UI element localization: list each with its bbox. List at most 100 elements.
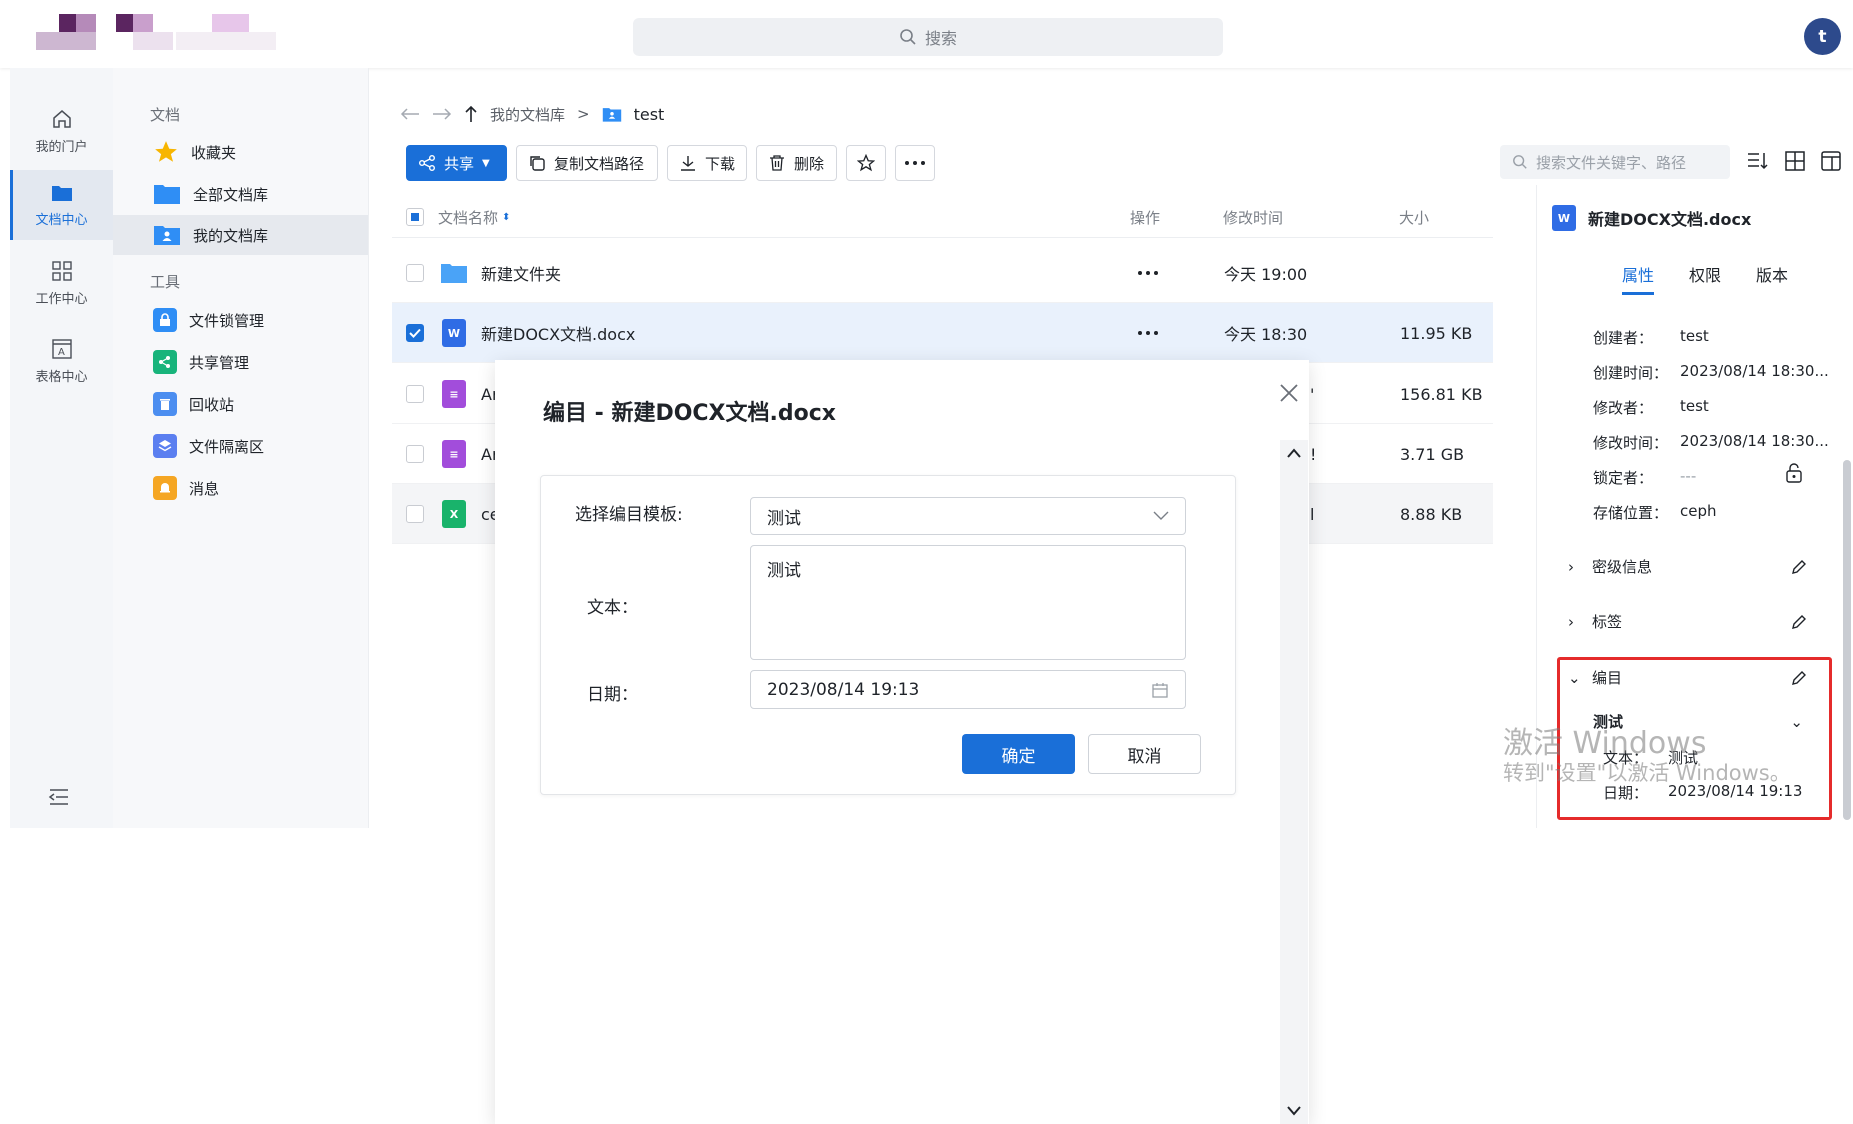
prop-key: 锁定者： bbox=[1593, 469, 1654, 487]
details-file-name: 新建DOCX文档.docx bbox=[1588, 210, 1752, 229]
nav-item-recycle[interactable]: 回收站 bbox=[113, 384, 368, 424]
sort-icon[interactable] bbox=[1746, 150, 1768, 172]
edit-icon[interactable] bbox=[1790, 613, 1808, 631]
confirm-button[interactable]: 确定 bbox=[962, 734, 1075, 774]
dialog-scrollbar[interactable] bbox=[1280, 440, 1308, 1124]
breadcrumb-current[interactable]: test bbox=[634, 105, 665, 124]
row-checkbox[interactable] bbox=[406, 264, 424, 282]
row-checkbox[interactable] bbox=[406, 324, 424, 342]
forward-arrow-icon[interactable] bbox=[432, 107, 452, 121]
back-arrow-icon[interactable] bbox=[400, 107, 420, 121]
up-arrow-icon[interactable] bbox=[464, 105, 478, 123]
app-rail: 我的门户 文档中心 工作中心 A 表格中心 bbox=[10, 68, 113, 828]
star-outline-icon bbox=[857, 154, 875, 172]
column-header-size[interactable]: 大小 bbox=[1399, 196, 1429, 238]
rail-item-portal[interactable]: 我的门户 bbox=[10, 96, 113, 166]
more-button[interactable] bbox=[895, 145, 935, 181]
global-search-input[interactable]: 搜索 bbox=[633, 18, 1223, 56]
nav-item-all-libraries[interactable]: 全部文档库 bbox=[113, 174, 368, 214]
nav-item-quarantine[interactable]: 文件隔离区 bbox=[113, 426, 368, 466]
row-checkbox[interactable] bbox=[406, 385, 424, 403]
chevron-down-icon bbox=[1153, 511, 1169, 520]
row-checkbox[interactable] bbox=[406, 505, 424, 523]
prop-modifier: 修改者： test bbox=[1593, 397, 1709, 418]
table-icon: A bbox=[51, 338, 72, 359]
nav-item-favorites[interactable]: 收藏夹 bbox=[113, 132, 368, 172]
breadcrumb: 我的文档库 > test bbox=[400, 100, 664, 128]
chevron-right-icon: › bbox=[1568, 557, 1574, 576]
file-search-input[interactable]: 搜索文件关键字、路径 bbox=[1500, 145, 1730, 179]
star-icon bbox=[155, 141, 177, 162]
nav-group-tools: 工具 bbox=[150, 273, 181, 291]
rail-item-work[interactable]: 工作中心 bbox=[10, 248, 113, 318]
prop-key: 修改者： bbox=[1593, 399, 1654, 417]
favorite-button[interactable] bbox=[846, 145, 886, 181]
rail-item-tables[interactable]: A 表格中心 bbox=[10, 326, 113, 396]
tab-properties[interactable]: 属性 bbox=[1622, 262, 1654, 286]
rail-item-label: 我的门户 bbox=[35, 139, 88, 155]
nav-group-docs: 文档 bbox=[150, 106, 181, 124]
top-bar: 搜索 t bbox=[0, 0, 1853, 68]
nav-label: 文件隔离区 bbox=[189, 437, 265, 456]
modified-time: 今天 19:00 bbox=[1224, 265, 1308, 284]
archive-file-icon: ≡ bbox=[442, 380, 466, 408]
text-input[interactable]: 测试 bbox=[750, 545, 1186, 660]
home-icon bbox=[52, 109, 71, 128]
trash-icon bbox=[770, 155, 784, 171]
nav-item-share-mgmt[interactable]: 共享管理 bbox=[113, 342, 368, 382]
select-all-checkbox[interactable] bbox=[406, 208, 424, 226]
tab-permissions[interactable]: 权限 bbox=[1689, 262, 1721, 286]
nav-label: 全部文档库 bbox=[193, 185, 269, 204]
collapse-menu-icon[interactable] bbox=[48, 788, 70, 806]
delete-button[interactable]: 删除 bbox=[756, 145, 837, 181]
nav-label: 文件锁管理 bbox=[189, 311, 265, 330]
file-name[interactable]: 新建文件夹 bbox=[481, 243, 561, 303]
nav-item-messages[interactable]: 消息 bbox=[113, 468, 368, 508]
chevron-right-icon: > bbox=[577, 105, 590, 123]
modified-time: ! bbox=[1310, 444, 1317, 464]
edit-icon[interactable] bbox=[1790, 558, 1808, 576]
column-header-ops: 操作 bbox=[1130, 208, 1161, 227]
bell-icon bbox=[153, 476, 177, 500]
nav-item-file-lock[interactable]: 文件锁管理 bbox=[113, 300, 368, 340]
nav-item-my-library[interactable]: 我的文档库 bbox=[113, 215, 368, 255]
details-title: W 新建DOCX文档.docx bbox=[1552, 205, 1751, 231]
copy-path-button[interactable]: 复制文档路径 bbox=[516, 145, 658, 181]
avatar[interactable]: t bbox=[1804, 18, 1841, 55]
tab-versions[interactable]: 版本 bbox=[1756, 262, 1788, 286]
detail-panel-icon[interactable] bbox=[1820, 150, 1842, 172]
text-input-value: 测试 bbox=[767, 561, 801, 581]
share-button[interactable]: 共享 ▼ bbox=[406, 145, 507, 181]
breadcrumb-root[interactable]: 我的文档库 bbox=[490, 104, 565, 125]
table-row[interactable]: W 新建DOCX文档.docx 今天 18:30 11.95 KB bbox=[392, 303, 1493, 363]
row-checkbox[interactable] bbox=[406, 445, 424, 463]
grid-view-icon[interactable] bbox=[1784, 150, 1806, 172]
table-row[interactable]: 新建文件夹 今天 19:00 bbox=[392, 243, 1493, 303]
rail-item-docs[interactable]: 文档中心 bbox=[10, 170, 113, 240]
folder-icon bbox=[154, 185, 180, 204]
section-secret-info[interactable]: › 密级信息 bbox=[1568, 556, 1808, 577]
row-more-icon[interactable] bbox=[1137, 243, 1159, 303]
nav-label: 收藏夹 bbox=[191, 143, 237, 162]
row-more-icon[interactable] bbox=[1137, 303, 1159, 363]
cancel-button[interactable]: 取消 bbox=[1088, 734, 1201, 774]
text-label: 文本： bbox=[587, 598, 638, 618]
column-header-name[interactable]: 文档名称 ⬍ bbox=[438, 196, 510, 238]
date-input[interactable]: 2023/08/14 19:13 bbox=[750, 670, 1186, 709]
calendar-icon[interactable] bbox=[1151, 681, 1169, 699]
grid-icon bbox=[51, 260, 72, 281]
download-button[interactable]: 下载 bbox=[667, 145, 747, 181]
sort-toggle-icon: ⬍ bbox=[502, 211, 511, 223]
section-tags[interactable]: › 标签 bbox=[1568, 611, 1808, 632]
file-name[interactable]: 新建DOCX文档.docx bbox=[481, 303, 635, 363]
unlock-icon[interactable] bbox=[1784, 462, 1804, 484]
chevron-up-icon[interactable] bbox=[1287, 448, 1301, 458]
template-select[interactable]: 测试 bbox=[750, 497, 1186, 535]
close-icon[interactable] bbox=[1278, 382, 1300, 404]
rail-item-label: 工作中心 bbox=[35, 291, 88, 307]
rail-item-label: 表格中心 bbox=[35, 369, 88, 385]
prop-value: --- bbox=[1680, 467, 1697, 485]
column-header-modified[interactable]: 修改时间 bbox=[1223, 196, 1283, 238]
details-scrollbar[interactable] bbox=[1843, 300, 1851, 825]
chevron-down-icon[interactable] bbox=[1287, 1106, 1301, 1116]
